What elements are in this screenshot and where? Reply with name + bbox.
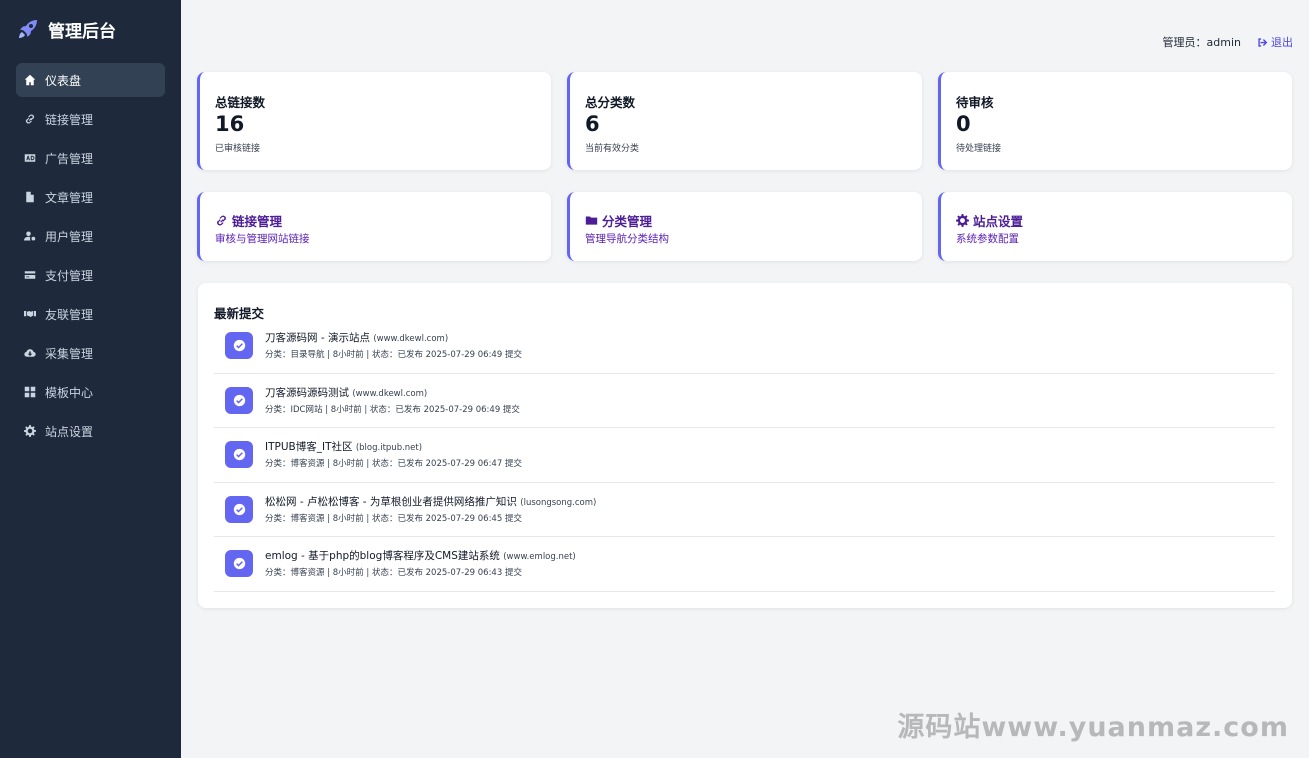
quick-link-links[interactable]: 链接管理 审核与管理网站链接 bbox=[197, 192, 551, 261]
stat-value: 0 bbox=[956, 112, 971, 136]
stat-subtitle: 待处理链接 bbox=[956, 144, 1002, 154]
list-item[interactable]: emlog - 基于php的blog博客程序及CMS建站系统 (www.emlo… bbox=[214, 537, 1275, 592]
watermark: 源码站www.yuanmaz.com bbox=[897, 712, 1289, 743]
submission-meta: 分类：博客资源 | 8小时前 | 状态：已发布 2025-07-29 06:45… bbox=[265, 513, 522, 524]
sidebar-item-users[interactable]: 用户管理 bbox=[16, 219, 165, 253]
sidebar-item-dashboard[interactable]: 仪表盘 bbox=[16, 63, 165, 97]
quick-link-subtitle: 审核与管理网站链接 bbox=[215, 233, 310, 245]
stat-card-pending: 待审核 0 待处理链接 bbox=[938, 72, 1292, 170]
submission-title: 松松网 - 卢松松博客 - 为草根创业者提供网络推广知识 bbox=[265, 495, 517, 508]
submission-title: 刀客源码网 - 演示站点 bbox=[265, 332, 370, 344]
brand[interactable]: 管理后台 bbox=[0, 0, 181, 58]
sidebar-item-label: 文章管理 bbox=[45, 190, 94, 205]
submission-meta: 分类：目录导航 | 8小时前 | 状态：已发布 2025-07-29 06:49… bbox=[265, 350, 522, 360]
link-icon bbox=[24, 113, 36, 125]
stat-card-total-links: 总链接数 16 已审核链接 bbox=[197, 72, 551, 170]
stat-subtitle: 当前有效分类 bbox=[585, 144, 640, 154]
link-icon bbox=[216, 215, 227, 226]
folder-icon bbox=[585, 216, 598, 225]
ad-icon bbox=[24, 152, 36, 164]
sidebar-item-templates[interactable]: 模板中心 bbox=[16, 375, 165, 409]
brand-title: 管理后台 bbox=[48, 21, 116, 42]
list-item[interactable]: 刀客源码网 - 演示站点 (www.dkewl.com) 分类：目录导航 | 8… bbox=[214, 319, 1275, 374]
stat-title: 总分类数 bbox=[585, 95, 636, 110]
user-cog-icon bbox=[24, 230, 36, 242]
list-item[interactable]: ITPUB博客_IT社区 (blog.itpub.net) 分类：博客资源 | … bbox=[214, 428, 1275, 483]
logout-button[interactable]: 退出 bbox=[1257, 34, 1293, 50]
stat-title: 待审核 bbox=[956, 95, 994, 110]
grid-icon bbox=[24, 386, 36, 398]
check-circle-icon bbox=[225, 386, 253, 414]
stat-card-total-categories: 总分类数 6 当前有效分类 bbox=[567, 72, 922, 170]
home-icon bbox=[24, 74, 36, 86]
sidebar-item-articles[interactable]: 文章管理 bbox=[16, 180, 165, 214]
gear-icon bbox=[956, 214, 969, 227]
sidebar-item-label: 友联管理 bbox=[45, 307, 94, 322]
rocket-icon bbox=[19, 20, 37, 38]
quick-link-settings[interactable]: 站点设置 系统参数配置 bbox=[938, 192, 1292, 261]
admin-label: 管理员：admin bbox=[1162, 36, 1241, 49]
sidebar-item-label: 采集管理 bbox=[45, 346, 94, 361]
list-item[interactable]: 松松网 - 卢松松博客 - 为草根创业者提供网络推广知识 (lusongsong… bbox=[214, 483, 1275, 538]
sidebar-item-label: 用户管理 bbox=[45, 229, 94, 244]
check-circle-icon bbox=[225, 495, 253, 523]
submission-domain: (www.dkewl.com) bbox=[352, 388, 428, 399]
submission-domain: (www.dkewl.com) bbox=[373, 334, 449, 344]
stat-value: 6 bbox=[585, 112, 600, 136]
sidebar-item-label: 模板中心 bbox=[45, 385, 94, 400]
submission-title: 刀客源码源码测试 bbox=[265, 386, 349, 399]
sidebar-nav: 仪表盘 链接管理 广告管理 文章管理 用户管理 支付管理 友联管理 采集管理 模… bbox=[0, 58, 181, 448]
submission-domain: (lusongsong.com) bbox=[520, 497, 597, 508]
submission-domain: (blog.itpub.net) bbox=[355, 443, 423, 454]
sidebar: 管理后台 仪表盘 链接管理 广告管理 文章管理 用户管理 支付管理 友联管理 采… bbox=[0, 0, 181, 758]
handshake-icon bbox=[24, 308, 36, 320]
check-circle-icon bbox=[225, 332, 253, 359]
topbar: 管理员：admin 退出 bbox=[1163, 34, 1293, 50]
stat-subtitle: 已审核链接 bbox=[215, 144, 261, 154]
sidebar-item-collection[interactable]: 采集管理 bbox=[16, 336, 165, 370]
quick-link-title: 站点设置 bbox=[973, 214, 1024, 229]
submission-meta: 分类：IDC网站 | 8小时前 | 状态：已发布 2025-07-29 06:4… bbox=[265, 404, 520, 415]
sidebar-item-payments[interactable]: 支付管理 bbox=[16, 258, 165, 292]
gear-icon bbox=[24, 425, 36, 437]
sidebar-item-label: 支付管理 bbox=[45, 268, 94, 283]
sign-out-icon bbox=[1258, 37, 1268, 47]
quick-link-subtitle: 管理导航分类结构 bbox=[585, 233, 669, 245]
stat-value: 16 bbox=[215, 112, 245, 136]
submission-title: ITPUB博客_IT社区 bbox=[265, 441, 353, 454]
stat-title: 总链接数 bbox=[215, 95, 266, 110]
quick-link-subtitle: 系统参数配置 bbox=[956, 233, 1019, 245]
sidebar-item-ads[interactable]: 广告管理 bbox=[16, 141, 165, 175]
main-content: 管理员：admin 退出 总链接数 16 已审核链接 总分类数 6 当前有效分类… bbox=[181, 0, 1309, 758]
check-circle-icon bbox=[225, 441, 253, 469]
quick-link-title: 分类管理 bbox=[602, 214, 653, 229]
submission-domain: (www.emlog.net) bbox=[503, 552, 576, 563]
sidebar-item-label: 链接管理 bbox=[45, 112, 94, 127]
file-icon bbox=[24, 191, 36, 203]
cloud-download-icon bbox=[24, 347, 36, 359]
sidebar-item-label: 站点设置 bbox=[45, 424, 94, 439]
sidebar-item-label: 仪表盘 bbox=[45, 73, 82, 88]
quick-link-title: 链接管理 bbox=[232, 214, 283, 229]
sidebar-item-settings[interactable]: 站点设置 bbox=[16, 414, 165, 448]
submission-meta: 分类：博客资源 | 8小时前 | 状态：已发布 2025-07-29 06:47… bbox=[265, 459, 522, 470]
logout-label: 退出 bbox=[1271, 36, 1293, 49]
list-item[interactable]: 刀客源码源码测试 (www.dkewl.com) 分类：IDC网站 | 8小时前… bbox=[214, 374, 1275, 429]
sidebar-item-friendlinks[interactable]: 友联管理 bbox=[16, 297, 165, 331]
sidebar-item-links[interactable]: 链接管理 bbox=[16, 102, 165, 136]
latest-submissions-panel: 最新提交 刀客源码网 - 演示站点 (www.dkewl.com) 分类：目录导… bbox=[198, 283, 1292, 608]
credit-card-icon bbox=[24, 269, 36, 281]
submission-title: emlog - 基于php的blog博客程序及CMS建站系统 bbox=[265, 550, 500, 563]
check-circle-icon bbox=[225, 550, 253, 578]
quick-link-categories[interactable]: 分类管理 管理导航分类结构 bbox=[567, 192, 922, 261]
sidebar-item-label: 广告管理 bbox=[45, 151, 94, 166]
submission-list: 刀客源码网 - 演示站点 (www.dkewl.com) 分类：目录导航 | 8… bbox=[214, 319, 1275, 592]
submission-meta: 分类：博客资源 | 8小时前 | 状态：已发布 2025-07-29 06:43… bbox=[265, 568, 522, 579]
